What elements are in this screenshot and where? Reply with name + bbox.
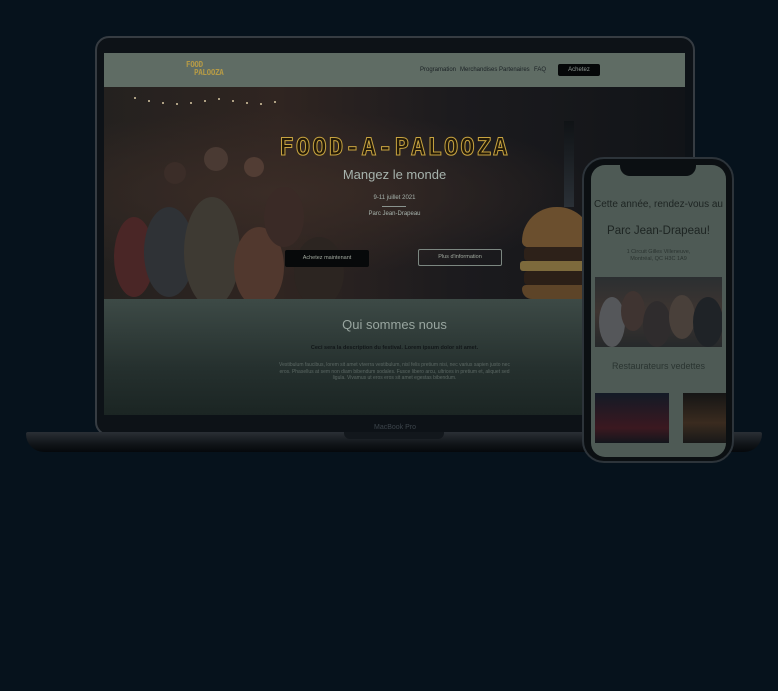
laptop-model-label: MacBook Pro: [373, 424, 417, 431]
phone-venue: Parc Jean-Drapeau!: [607, 225, 710, 237]
phone-title: Cette année, rendez-vous au: [594, 199, 723, 210]
logo-line-2: PALOOZA: [194, 68, 224, 77]
site-header: FOOD PALOOZA Programation Merchandises P…: [104, 53, 685, 87]
restaurant-card-2[interactable]: [683, 393, 726, 443]
restaurant-photo: [595, 277, 722, 347]
featured-restaurants-title: Restaurateurs vedettes: [611, 361, 706, 371]
more-info-button[interactable]: Plus d'information: [418, 249, 502, 266]
buy-now-button[interactable]: Achetez maintenant: [285, 250, 369, 267]
nav-programation[interactable]: Programation: [420, 67, 456, 73]
hero-divider: [382, 206, 406, 207]
restaurant-card-1[interactable]: [595, 393, 669, 443]
phone-notch: [620, 162, 696, 176]
nav-partenaires[interactable]: Partenaires: [499, 67, 530, 73]
about-body: Vestibulum faucibus, lorem sit amet vive…: [279, 362, 510, 381]
address-line-1: 1 Circuit Gilles Villeneuve,: [626, 249, 691, 255]
burger-patty: [524, 247, 590, 261]
nav-faq[interactable]: FAQ: [534, 67, 546, 73]
nav-buy-button[interactable]: Achetez: [558, 64, 600, 76]
site-logo[interactable]: FOOD PALOOZA: [186, 61, 224, 77]
phone-screen: Cette année, rendez-vous au Parc Jean-Dr…: [591, 165, 726, 457]
phone-address: 1 Circuit Gilles Villeneuve, Montréal, Q…: [591, 249, 726, 263]
string-lights: [134, 91, 294, 111]
nav-merchandises[interactable]: Merchandises: [460, 67, 497, 73]
address-line-2: Montréal, QC H3C 1A9: [630, 256, 687, 262]
laptop-notch: [344, 432, 444, 439]
burger-patty-2: [524, 271, 590, 285]
